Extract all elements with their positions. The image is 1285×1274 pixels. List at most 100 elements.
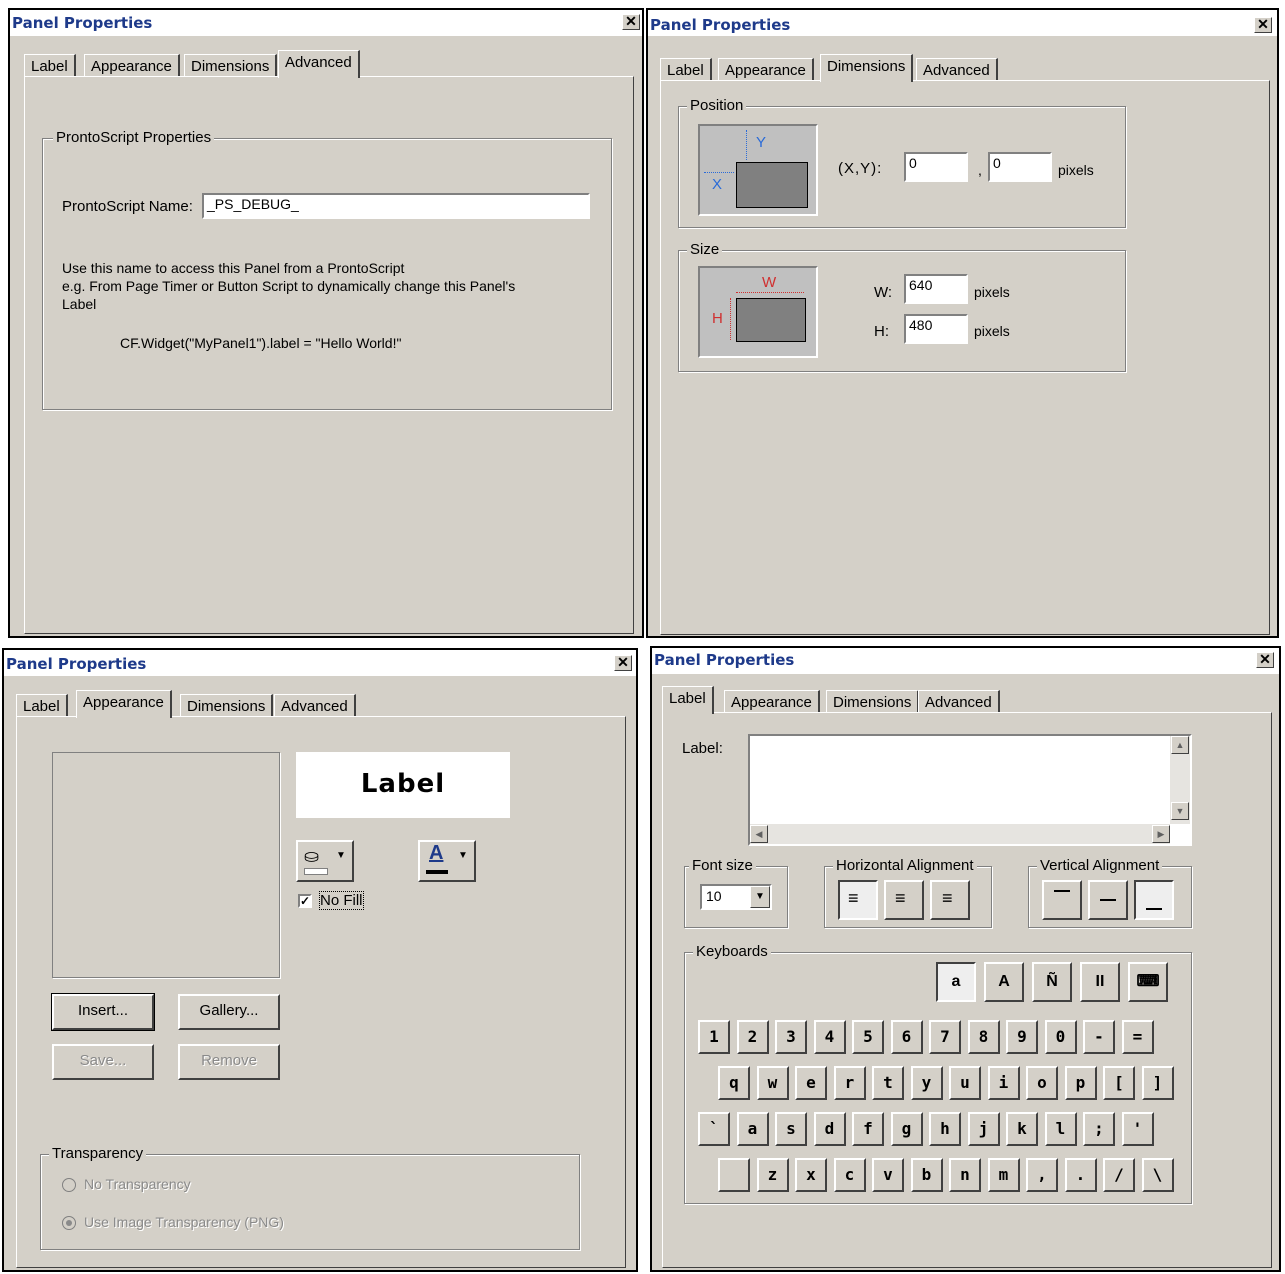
vertical-scrollbar[interactable]: ▲ ▼	[1170, 736, 1190, 824]
keyboard-key[interactable]: e	[795, 1066, 827, 1100]
tab-advanced[interactable]: Advanced	[916, 58, 998, 80]
keyboard-key[interactable]: /	[1103, 1158, 1135, 1192]
keyboard-key[interactable]: i	[987, 1066, 1020, 1100]
gallery-button[interactable]: Gallery...	[178, 994, 280, 1030]
keyboard-key[interactable]: 6	[890, 1020, 923, 1054]
keyboard-key[interactable]: 9	[1006, 1020, 1038, 1054]
scroll-left-icon[interactable]: ◀	[750, 825, 768, 843]
align-center-button[interactable]: ≡	[884, 880, 924, 920]
align-middle-button[interactable]	[1088, 880, 1128, 920]
keyboard-key[interactable]: c	[833, 1158, 866, 1192]
tab-label[interactable]: Label	[660, 58, 712, 80]
insert-button[interactable]: Insert...	[51, 993, 155, 1031]
tab-dimensions[interactable]: Dimensions	[826, 690, 920, 712]
keyboard-key[interactable]: r	[833, 1066, 866, 1100]
tab-label[interactable]: Label	[662, 686, 714, 714]
keyboard-key[interactable]: y	[910, 1066, 943, 1100]
keyboard-key[interactable]: l	[1044, 1112, 1077, 1146]
keyboard-key[interactable]: -	[1083, 1020, 1115, 1054]
tab-dimensions[interactable]: Dimensions	[820, 54, 914, 82]
close-icon[interactable]: ✕	[1254, 17, 1272, 33]
keyboard-key[interactable]: ]	[1141, 1066, 1174, 1100]
tab-advanced[interactable]: Advanced	[278, 50, 360, 78]
keyboard-key[interactable]: 0	[1044, 1020, 1077, 1054]
keyboard-key[interactable]: n	[949, 1158, 981, 1192]
align-right-button[interactable]: ≡	[930, 880, 970, 920]
no-transparency-radio[interactable]	[62, 1178, 76, 1192]
keyboard-key[interactable]: .	[1064, 1158, 1097, 1192]
keyboard-key[interactable]: 3	[775, 1020, 807, 1054]
keyboard-symbols-button[interactable]: II	[1080, 962, 1120, 1002]
prontoscript-name-input[interactable]: _PS_DEBUG_	[202, 193, 590, 219]
keyboard-key[interactable]: h	[929, 1112, 961, 1146]
keyboard-key[interactable]: `	[698, 1112, 730, 1146]
keyboard-key[interactable]: z	[756, 1158, 789, 1192]
font-size-select[interactable]: 10 ▼	[700, 884, 772, 910]
scroll-up-icon[interactable]: ▲	[1171, 736, 1189, 754]
tab-appearance[interactable]: Appearance	[76, 690, 172, 718]
scroll-right-icon[interactable]: ▶	[1152, 825, 1170, 843]
horizontal-scrollbar[interactable]: ◀ ▶	[750, 824, 1170, 844]
align-top-button[interactable]	[1042, 880, 1082, 920]
tab-label[interactable]: Label	[16, 694, 68, 716]
keyboard-uppercase-button[interactable]: A	[984, 962, 1024, 1002]
keyboard-key[interactable]: q	[718, 1066, 750, 1100]
h-input[interactable]: 480	[904, 314, 968, 344]
keyboard-key[interactable]: =	[1121, 1020, 1154, 1054]
keyboard-key[interactable]: g	[890, 1112, 923, 1146]
chevron-down-icon[interactable]: ▼	[750, 886, 770, 908]
keyboard-key[interactable]: p	[1064, 1066, 1097, 1100]
keyboard-key[interactable]: 4	[813, 1020, 846, 1054]
keyboard-key[interactable]: b	[910, 1158, 943, 1192]
keyboard-key[interactable]: 8	[967, 1020, 1000, 1054]
tab-label[interactable]: Label	[24, 54, 76, 76]
keyboard-key[interactable]: [	[1103, 1066, 1135, 1100]
tab-advanced[interactable]: Advanced	[918, 690, 1000, 712]
keyboard-lowercase-button[interactable]: a	[936, 962, 976, 1002]
label-textarea[interactable]: ▲ ▼ ◀ ▶	[748, 734, 1192, 846]
scroll-down-icon[interactable]: ▼	[1171, 802, 1189, 820]
keyboard-key[interactable]: s	[775, 1112, 807, 1146]
y-input[interactable]: 0	[988, 152, 1052, 182]
close-icon[interactable]: ✕	[622, 14, 640, 30]
fill-color-button[interactable]: ⛀ ▼	[296, 840, 354, 882]
keyboard-special-button[interactable]: ⌨	[1128, 962, 1168, 1002]
align-left-button[interactable]: ≡	[838, 880, 878, 920]
keyboard-key[interactable]: m	[987, 1158, 1020, 1192]
keyboard-key[interactable]: '	[1121, 1112, 1154, 1146]
keyboard-key[interactable]: d	[813, 1112, 846, 1146]
keyboard-key[interactable]: \	[1141, 1158, 1174, 1192]
keyboard-key[interactable]: k	[1006, 1112, 1038, 1146]
keyboard-key[interactable]: u	[949, 1066, 981, 1100]
font-color-button[interactable]: A ▼	[418, 840, 476, 882]
keyboard-key[interactable]: v	[872, 1158, 904, 1192]
w-input[interactable]: 640	[904, 274, 968, 304]
tab-dimensions[interactable]: Dimensions	[184, 54, 278, 76]
no-fill-label[interactable]: No Fill	[319, 891, 364, 910]
keyboard-key[interactable]: 2	[736, 1020, 769, 1054]
tab-advanced[interactable]: Advanced	[274, 694, 356, 716]
keyboard-key[interactable]: a	[736, 1112, 769, 1146]
align-bottom-button[interactable]	[1134, 880, 1174, 920]
x-input[interactable]: 0	[904, 152, 968, 182]
keyboard-key[interactable]: 7	[929, 1020, 961, 1054]
no-fill-checkbox[interactable]: ✓	[298, 894, 312, 908]
keyboard-key[interactable]	[718, 1158, 750, 1192]
keyboard-key[interactable]: x	[795, 1158, 827, 1192]
save-button[interactable]: Save...	[52, 1044, 154, 1080]
tab-dimensions[interactable]: Dimensions	[180, 694, 274, 716]
tab-appearance[interactable]: Appearance	[718, 58, 814, 80]
keyboard-key[interactable]: 5	[852, 1020, 884, 1054]
keyboard-key[interactable]: ,	[1026, 1158, 1058, 1192]
tab-appearance[interactable]: Appearance	[84, 54, 180, 76]
use-image-transparency-radio[interactable]	[62, 1216, 76, 1230]
keyboard-key[interactable]: o	[1026, 1066, 1058, 1100]
keyboard-key[interactable]: ;	[1083, 1112, 1115, 1146]
tab-appearance[interactable]: Appearance	[724, 690, 820, 712]
remove-button[interactable]: Remove	[178, 1044, 280, 1080]
keyboard-accented-button[interactable]: Ñ	[1032, 962, 1072, 1002]
close-icon[interactable]: ✕	[1256, 652, 1274, 668]
keyboard-key[interactable]: 1	[698, 1020, 730, 1054]
close-icon[interactable]: ✕	[614, 655, 632, 671]
keyboard-key[interactable]: t	[872, 1066, 904, 1100]
